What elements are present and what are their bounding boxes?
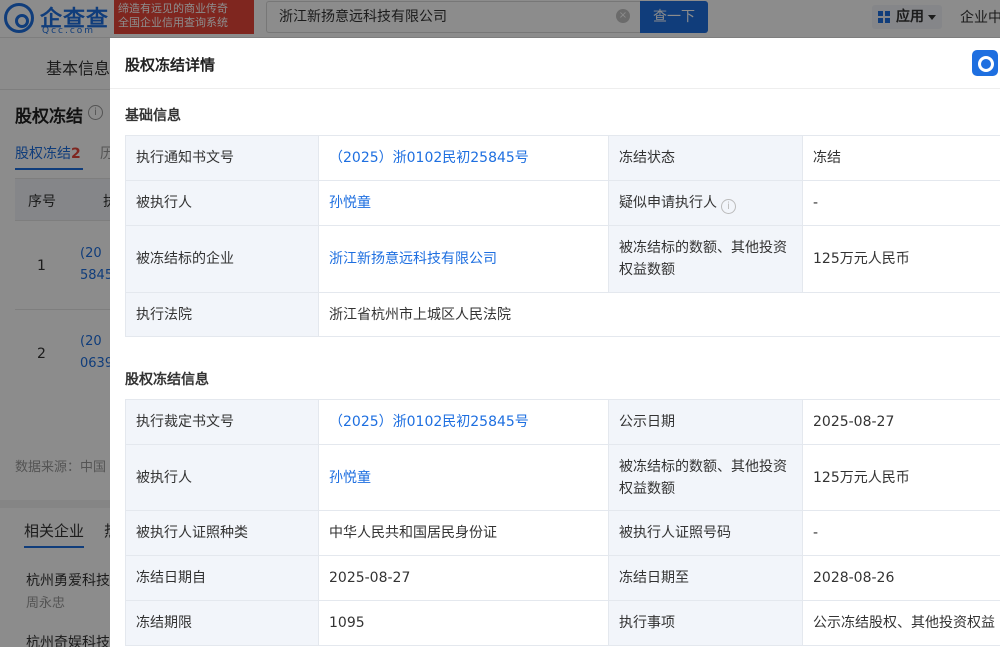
label-frozen-amount: 被冻结标的数额、其他投资权益数额 <box>608 444 803 511</box>
label-id-number: 被执行人证照号码 <box>608 510 803 556</box>
label-frozen-company: 被冻结标的企业 <box>125 225 319 293</box>
publish-date-value: 2025-08-27 <box>802 399 1000 445</box>
modal-title: 股权冻结详情 <box>125 56 216 74</box>
table-row: 被执行人 孙悦童 疑似申请执行人 i - <box>125 180 1000 226</box>
table-row: 执行裁定书文号 （2025）浙0102民初25845号 公示日期 2025-08… <box>125 399 1000 445</box>
executed-person-link[interactable]: 孙悦童 <box>318 180 609 226</box>
label-execution-matter: 执行事项 <box>608 600 803 646</box>
executed-person-link[interactable]: 孙悦童 <box>318 444 609 511</box>
label-executed-person: 被执行人 <box>125 180 319 226</box>
ruling-no-link[interactable]: （2025）浙0102民初25845号 <box>318 399 609 445</box>
label-freeze-end: 冻结日期至 <box>608 555 803 601</box>
section-freeze-info: 股权冻结信息 <box>125 372 209 388</box>
qcc-app-icon[interactable] <box>972 50 998 76</box>
label-id-type: 被执行人证照种类 <box>125 510 319 556</box>
freeze-info-table: 执行裁定书文号 （2025）浙0102民初25845号 公示日期 2025-08… <box>125 399 1000 646</box>
info-icon[interactable]: i <box>721 199 736 214</box>
table-row: 执行通知书文号 （2025）浙0102民初25845号 冻结状态 冻结 <box>125 135 1000 181</box>
label-court: 执行法院 <box>125 292 319 337</box>
label-freeze-status: 冻结状态 <box>608 135 803 181</box>
notice-no-link[interactable]: （2025）浙0102民初25845号 <box>318 135 609 181</box>
table-row: 执行法院 浙江省杭州市上城区人民法院 <box>125 292 1000 337</box>
label-frozen-amount: 被冻结标的数额、其他投资权益数额 <box>608 225 803 293</box>
modal-divider <box>110 88 1000 89</box>
table-row: 被执行人证照种类 中华人民共和国居民身份证 被执行人证照号码 - <box>125 510 1000 556</box>
equity-freeze-detail-modal: 股权冻结详情 基础信息 执行通知书文号 （2025）浙0102民初25845号 … <box>110 38 1000 647</box>
freeze-end-value: 2028-08-26 <box>802 555 1000 601</box>
label-suspected-applicant: 疑似申请执行人 i <box>608 180 803 226</box>
table-row: 被执行人 孙悦童 被冻结标的数额、其他投资权益数额 125万元人民币 <box>125 444 1000 511</box>
label-freeze-period: 冻结期限 <box>125 600 319 646</box>
label-ruling-no: 执行裁定书文号 <box>125 399 319 445</box>
freeze-start-value: 2025-08-27 <box>318 555 609 601</box>
suspected-applicant-value: - <box>802 180 1000 226</box>
court-value: 浙江省杭州市上城区人民法院 <box>318 292 1000 337</box>
freeze-status-value: 冻结 <box>802 135 1000 181</box>
table-row: 冻结期限 1095 执行事项 公示冻结股权、其他投资权益 <box>125 600 1000 646</box>
table-row: 被冻结标的企业 浙江新扬意远科技有限公司 被冻结标的数额、其他投资权益数额 12… <box>125 225 1000 293</box>
suspected-applicant-label-text: 疑似申请执行人 <box>619 195 717 211</box>
label-freeze-start: 冻结日期自 <box>125 555 319 601</box>
frozen-amount-value: 125万元人民币 <box>802 225 1000 293</box>
label-notice-no: 执行通知书文号 <box>125 135 319 181</box>
table-row: 冻结日期自 2025-08-27 冻结日期至 2028-08-26 <box>125 555 1000 601</box>
section-basic-info: 基础信息 <box>125 108 181 124</box>
frozen-company-link[interactable]: 浙江新扬意远科技有限公司 <box>318 225 609 293</box>
frozen-amount-value: 125万元人民币 <box>802 444 1000 511</box>
id-type-value: 中华人民共和国居民身份证 <box>318 510 609 556</box>
id-number-value: - <box>802 510 1000 556</box>
label-publish-date: 公示日期 <box>608 399 803 445</box>
freeze-period-value: 1095 <box>318 600 609 646</box>
label-executed-person: 被执行人 <box>125 444 319 511</box>
basic-info-table: 执行通知书文号 （2025）浙0102民初25845号 冻结状态 冻结 被执行人… <box>125 135 1000 337</box>
execution-matter-value: 公示冻结股权、其他投资权益 <box>802 600 1000 646</box>
